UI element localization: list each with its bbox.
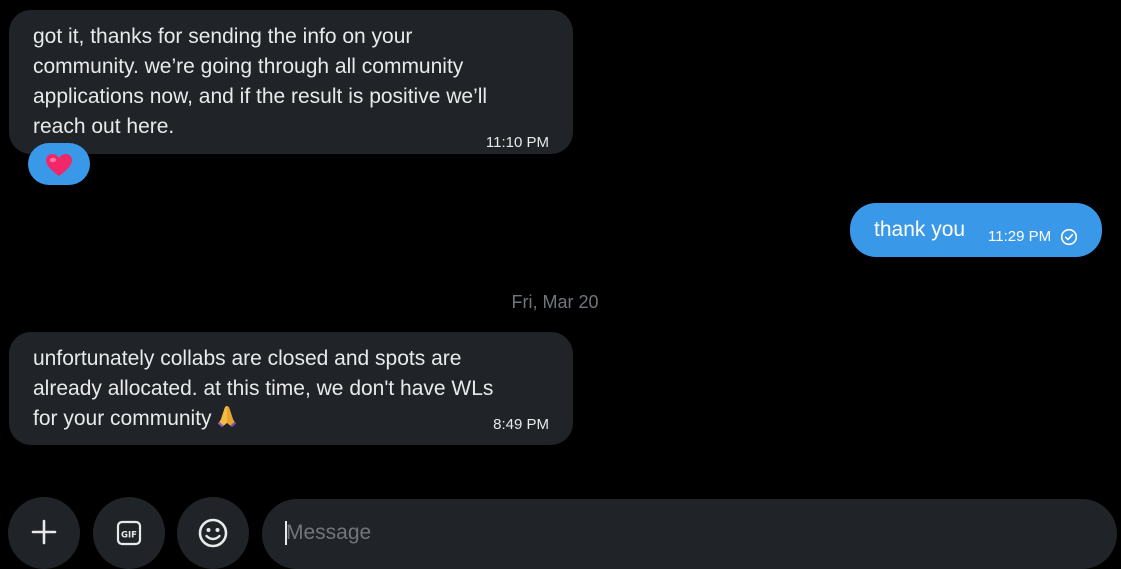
message-text: got it, thanks for sending the info on y… [33,25,488,138]
date-separator: Fri, Mar 20 [511,292,599,312]
emoji-button[interactable] [177,497,249,569]
message-timestamp: 11:10 PM [485,134,549,151]
emoji-icon [198,518,228,548]
outgoing-message-bubble[interactable]: thank you 11:29 PM [850,203,1102,257]
message-input[interactable] [284,517,1088,549]
add-icon [31,519,57,545]
message-text-wrapper: unfortunately collabs are closed and spo… [33,344,563,434]
svg-text:GIF: GIF [121,531,137,541]
text-caret [285,521,287,545]
add-media-button[interactable] [8,497,80,569]
gif-button[interactable]: GIF [93,497,165,569]
check-circle-icon [1060,228,1078,246]
incoming-message-bubble[interactable]: got it, thanks for sending the info on y… [9,10,573,154]
incoming-message-bubble[interactable]: unfortunately collabs are closed and spo… [9,332,573,445]
gif-icon: GIF [116,520,142,546]
message-composer [262,499,1117,569]
message-timestamp: 11:29 PM [988,228,1052,245]
message-reaction[interactable] [28,143,90,185]
heart-emoji-icon [46,154,72,176]
folded-hands-emoji-icon [217,406,236,427]
message-text: thank you [874,218,966,241]
message-text: unfortunately collabs are closed and spo… [33,347,494,430]
message-timestamp: 8:49 PM [493,416,549,433]
